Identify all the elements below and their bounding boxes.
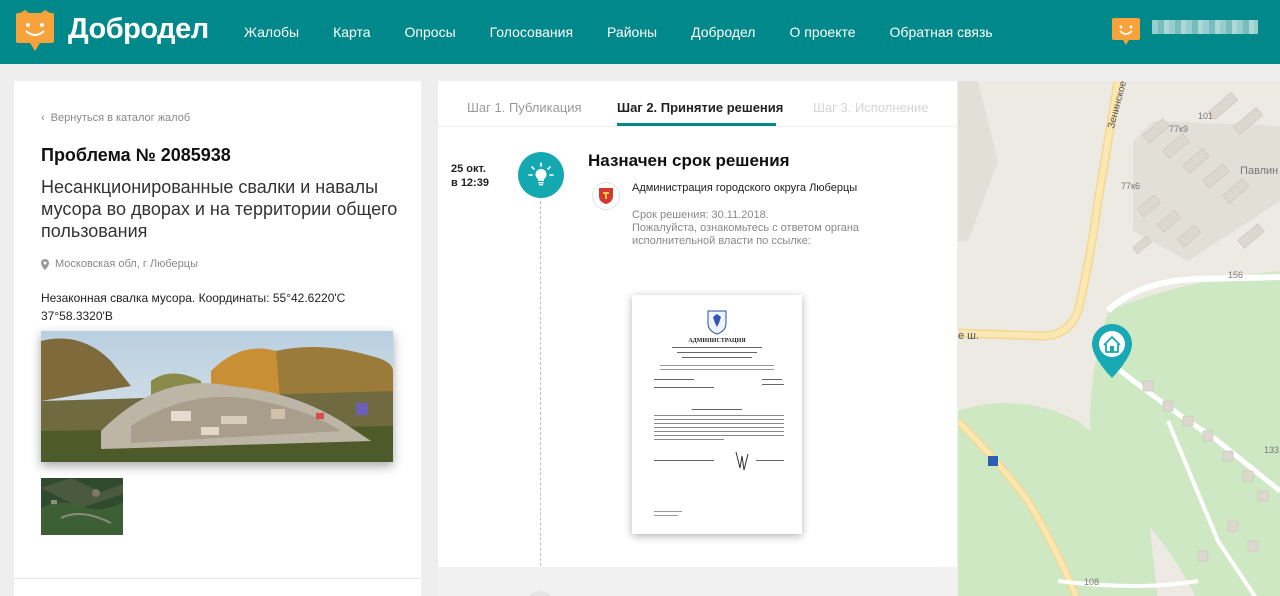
nav-item-polls[interactable]: Опросы: [405, 24, 456, 40]
tab-step-publication[interactable]: Шаг 1. Публикация: [467, 100, 582, 115]
location-text: Московская обл, г Люберцы: [55, 258, 198, 270]
signature-icon: [735, 451, 749, 471]
event-title: Назначен срок решения: [588, 151, 790, 170]
deadline-info: Срок решения: 30.11.2018. Пожалуйста, оз…: [632, 209, 912, 248]
doc-text-line: [654, 460, 714, 461]
document-emblem-icon: [707, 310, 727, 335]
doc-text-line: [654, 427, 784, 428]
doc-text-line: [654, 431, 784, 432]
location-map[interactable]: Зенинское 101 77к9 Павлин 77к6 156 133 1…: [958, 81, 1280, 596]
doc-text-line: [692, 409, 742, 410]
map-building-label: 108: [1084, 577, 1100, 587]
doc-text-line: [660, 365, 774, 366]
back-link-label: Вернуться в каталог жалоб: [50, 112, 191, 124]
doc-text-line: [654, 423, 784, 424]
map-building-label: 77к6: [1121, 181, 1140, 191]
doc-text-line: [672, 347, 762, 348]
problem-card: ‹ Вернуться в каталог жалоб Проблема № 20…: [14, 81, 421, 596]
doc-text-line: [762, 379, 782, 380]
logo-text[interactable]: Добродел: [68, 13, 209, 46]
nav-item-complaints[interactable]: Жалобы: [244, 24, 299, 40]
deadline-date: Срок решения: 30.11.2018.: [632, 209, 769, 221]
step-tabs: Шаг 1. Публикация Шаг 2. Принятие решени…: [438, 81, 957, 127]
back-to-catalog-link[interactable]: ‹ Вернуться в каталог жалоб: [41, 112, 190, 124]
nav-item-dobrodel[interactable]: Добродел: [691, 24, 755, 40]
problem-location: Московская обл, г Люберцы: [41, 258, 198, 270]
next-event-row: [438, 567, 957, 596]
doc-text-line: [654, 387, 714, 388]
doc-text-line: [654, 435, 784, 436]
org-coat-of-arms-icon: [592, 182, 620, 210]
steps-panel: Шаг 1. Публикация Шаг 2. Принятие решени…: [438, 81, 957, 596]
event-date-day: 25 окт.: [451, 163, 486, 175]
tab-step-decision[interactable]: Шаг 2. Принятие решения: [617, 100, 783, 115]
doc-text-line: [654, 515, 678, 516]
chevron-left-icon: ‹: [41, 112, 45, 124]
main-nav: Жалобы Карта Опросы Голосования Районы Д…: [244, 0, 1027, 64]
active-tab-indicator: [617, 123, 776, 126]
dobrodel-mascot-icon[interactable]: [16, 10, 54, 52]
timeline-line: [540, 191, 541, 596]
document-title: АДМИНИСТРАЦИЯ: [688, 338, 746, 344]
official-response-document[interactable]: АДМИНИСТРАЦИЯ: [632, 295, 802, 534]
top-header: Добродел Жалобы Карта Опросы Голосования…: [0, 0, 1280, 64]
deadline-note: Пожалуйста, ознакомьтесь с ответом орган…: [632, 222, 860, 247]
map-building-label: 133: [1264, 445, 1280, 455]
doc-text-line: [756, 460, 784, 461]
doc-text-line: [654, 439, 724, 440]
tab-step-execution[interactable]: Шаг 3. Исполнение: [813, 100, 928, 115]
satellite-thumbnail[interactable]: [41, 478, 123, 535]
doc-text-line: [654, 511, 682, 512]
problem-photo[interactable]: [41, 331, 393, 462]
doc-text-line: [677, 352, 757, 353]
map-building-label: 156: [1228, 270, 1244, 280]
doc-text-line: [654, 419, 784, 420]
nav-item-feedback[interactable]: Обратная связь: [890, 24, 993, 40]
user-avatar[interactable]: [1112, 16, 1140, 46]
nav-item-voting[interactable]: Голосования: [490, 24, 573, 40]
event-date-time: в 12:39: [451, 177, 489, 189]
doc-text-line: [654, 415, 784, 416]
problem-category: Несанкционированные свалки и навалы мусо…: [41, 177, 398, 241]
nav-item-districts[interactable]: Районы: [607, 24, 657, 40]
nav-item-about[interactable]: О проекте: [789, 24, 855, 40]
map-place-label: Павлин: [1240, 165, 1279, 177]
divider: [14, 578, 421, 579]
nav-item-map[interactable]: Карта: [333, 24, 370, 40]
doc-text-line: [654, 379, 694, 380]
map-road-label: е ш.: [958, 330, 980, 342]
location-marker-icon[interactable]: [1092, 324, 1132, 378]
problem-description: Незаконная свалка мусора. Координаты: 55…: [41, 291, 346, 323]
doc-text-line: [682, 357, 752, 358]
user-name-blurred[interactable]: [1152, 20, 1258, 34]
doc-text-line: [660, 369, 774, 370]
lightbulb-icon: [528, 162, 554, 186]
map-building-label: 101: [1198, 111, 1214, 121]
problem-title: Проблема № 2085938: [41, 145, 231, 165]
event-status-icon: [518, 152, 564, 198]
doc-text-line: [762, 384, 784, 385]
event-date: 25 окт. в 12:39: [451, 162, 489, 190]
org-name: Администрация городского округа Люберцы: [632, 182, 858, 194]
map-building-label: 77к9: [1169, 124, 1188, 134]
location-pin-icon: [41, 258, 49, 270]
